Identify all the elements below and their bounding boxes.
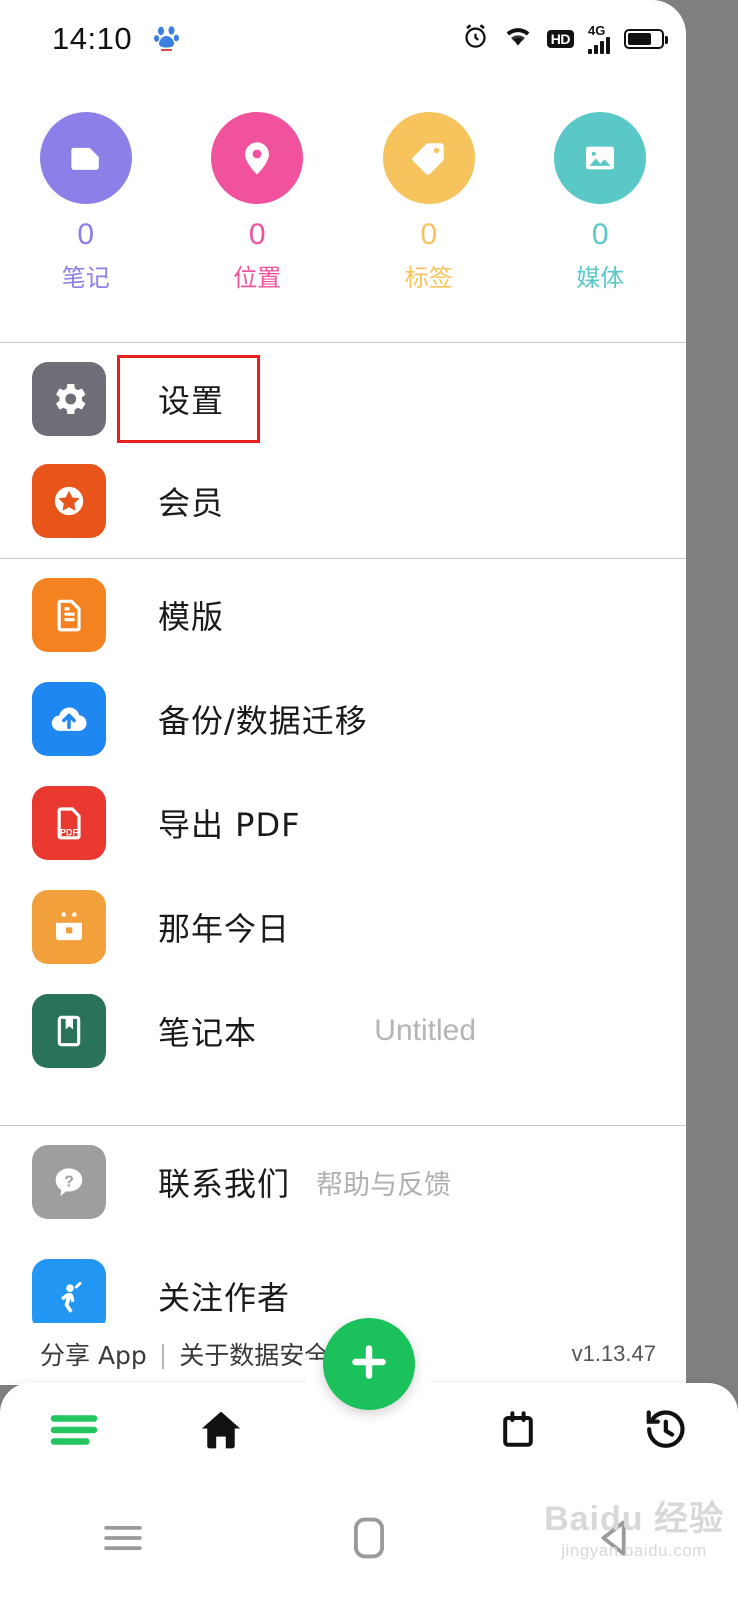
notebook-value: Untitled bbox=[374, 1014, 476, 1047]
notebook-icon bbox=[32, 994, 106, 1068]
nav-item-calendar[interactable] bbox=[444, 1383, 591, 1481]
signal-icon: 4G bbox=[588, 22, 610, 54]
svg-text:?: ? bbox=[64, 1174, 74, 1191]
menu-item-label: 设置 bbox=[158, 382, 225, 420]
stat-count: 0 bbox=[420, 218, 438, 251]
stats-row: 0 笔记 0 位置 0 标签 0 媒体 bbox=[0, 112, 686, 293]
tag-icon bbox=[382, 112, 475, 204]
system-home-button[interactable] bbox=[246, 1515, 492, 1566]
pdf-file-icon: PDF bbox=[32, 786, 106, 860]
menu-item-subtitle: 帮助与反馈 bbox=[316, 1169, 452, 1201]
menu-list-icon bbox=[47, 1409, 101, 1456]
baidu-paw-icon bbox=[154, 25, 180, 53]
back-triangle-icon bbox=[595, 1517, 635, 1564]
stat-count: 0 bbox=[248, 218, 266, 251]
nav-item-home[interactable] bbox=[147, 1383, 294, 1481]
template-document-icon bbox=[32, 578, 106, 652]
menu-item-contact-us[interactable]: ? 联系我们 帮助与反馈 bbox=[0, 1130, 686, 1234]
stat-label: 位置 bbox=[233, 264, 282, 292]
menu-item-export-pdf[interactable]: PDF 导出 PDF bbox=[0, 771, 686, 875]
location-pin-icon bbox=[211, 112, 304, 204]
menu-item-label: 导出 PDF bbox=[158, 806, 301, 844]
battery-icon bbox=[624, 29, 668, 49]
section-divider bbox=[0, 1125, 686, 1126]
app-panel: 14:10 HD 4G 0 笔记 0 位置 0 标签 0 媒体 设置 会员 模版… bbox=[0, 0, 686, 1385]
network-type-label: 4G bbox=[588, 22, 606, 38]
stat-tags[interactable]: 0 标签 bbox=[359, 112, 499, 293]
plus-icon bbox=[345, 1338, 393, 1391]
stat-label: 标签 bbox=[404, 264, 453, 292]
calendar-icon bbox=[32, 890, 106, 964]
wifi-icon bbox=[503, 24, 533, 54]
menu-item-settings[interactable]: 设置 bbox=[0, 347, 686, 451]
android-system-nav bbox=[0, 1481, 738, 1600]
image-media-icon bbox=[554, 112, 647, 204]
system-back-button[interactable] bbox=[492, 1517, 738, 1564]
history-icon bbox=[640, 1405, 690, 1460]
nav-item-menu[interactable] bbox=[0, 1383, 147, 1481]
star-badge-icon bbox=[32, 464, 106, 538]
section-divider bbox=[0, 558, 686, 559]
app-version: v1.13.47 bbox=[571, 1341, 656, 1366]
menu-item-label: 模版 bbox=[158, 598, 225, 636]
menu-item-label: 备份/数据迁移 bbox=[158, 702, 368, 740]
menu-item-label: 关注作者 bbox=[158, 1279, 291, 1317]
status-time: 14:10 bbox=[52, 21, 133, 56]
status-bar: 14:10 HD 4G bbox=[0, 0, 686, 78]
menu-item-label: 联系我们 bbox=[158, 1165, 291, 1203]
menu-item-template[interactable]: 模版 bbox=[0, 563, 686, 667]
menu-item-label: 那年今日 bbox=[158, 910, 291, 948]
stat-notes[interactable]: 0 笔记 bbox=[16, 112, 156, 293]
note-document-icon bbox=[39, 112, 132, 204]
home-square-icon bbox=[351, 1515, 387, 1566]
stat-count: 0 bbox=[77, 218, 95, 251]
menu-item-on-this-day[interactable]: 那年今日 bbox=[0, 875, 686, 979]
menu-item-notebook[interactable]: 笔记本 Untitled bbox=[0, 979, 686, 1083]
hd-badge: HD bbox=[546, 30, 574, 48]
section-divider bbox=[0, 342, 686, 343]
footer-separator: | bbox=[158, 1339, 168, 1369]
phone-screenshot: 14:10 HD 4G 0 笔记 0 位置 0 标签 0 媒体 设置 会员 模版… bbox=[0, 0, 738, 1600]
gear-icon bbox=[32, 362, 106, 436]
menu-item-label: 会员 bbox=[158, 484, 225, 522]
menu-item-backup-migration[interactable]: 备份/数据迁移 bbox=[0, 667, 686, 771]
calendar-icon bbox=[494, 1406, 542, 1459]
status-icons: HD 4G bbox=[462, 22, 668, 55]
menu-item-membership[interactable]: 会员 bbox=[0, 449, 686, 553]
signal-bars bbox=[588, 36, 610, 54]
cloud-upload-icon bbox=[32, 682, 106, 756]
stat-label: 笔记 bbox=[61, 264, 110, 292]
stat-count: 0 bbox=[591, 218, 609, 251]
person-wave-icon bbox=[32, 1259, 106, 1333]
add-note-fab[interactable] bbox=[323, 1318, 415, 1410]
share-app-link[interactable]: 分享 App bbox=[40, 1336, 147, 1372]
system-recents-button[interactable] bbox=[0, 1519, 246, 1562]
svg-text:PDF: PDF bbox=[60, 827, 79, 837]
recents-icon bbox=[101, 1519, 145, 1562]
nav-item-history[interactable] bbox=[591, 1383, 738, 1481]
menu-item-label: 笔记本 bbox=[158, 1014, 258, 1052]
stat-locations[interactable]: 0 位置 bbox=[187, 112, 327, 293]
home-icon bbox=[195, 1405, 247, 1460]
question-help-icon: ? bbox=[32, 1145, 106, 1219]
stat-media[interactable]: 0 媒体 bbox=[530, 112, 670, 293]
alarm-clock-icon bbox=[462, 23, 489, 55]
stat-label: 媒体 bbox=[576, 264, 625, 292]
